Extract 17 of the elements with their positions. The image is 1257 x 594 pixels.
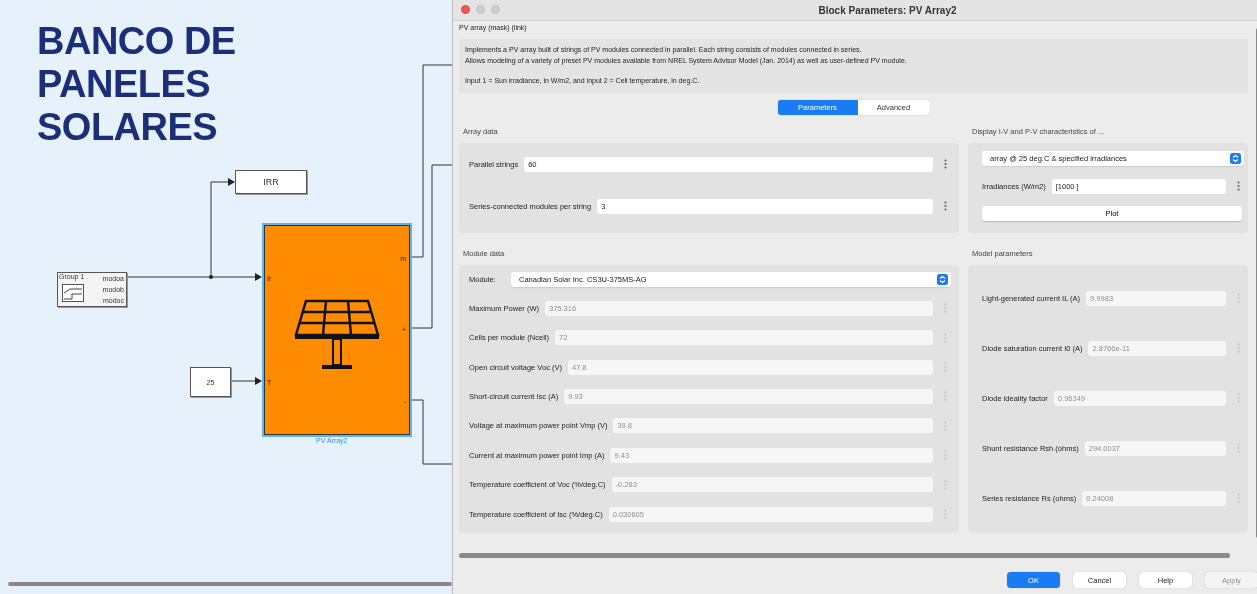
vertical-dots-icon [943, 159, 947, 169]
signal-line [411, 399, 452, 465]
block-label: IRR [263, 177, 279, 187]
vertical-dots-icon [943, 201, 947, 211]
chevrons-icon [1230, 153, 1241, 164]
scrollbar[interactable] [459, 553, 1230, 558]
window-title: Block Parameters: PV Array2 [818, 4, 957, 16]
chevrons-icon [937, 273, 948, 285]
scrollbar[interactable] [8, 582, 452, 586]
close-button[interactable] [461, 5, 470, 14]
signal-icon [62, 284, 84, 302]
vertical-dots-icon [1236, 181, 1240, 191]
signal-line [230, 377, 262, 385]
canvas-title: BANCO DE PANELES SOLARES [37, 20, 236, 149]
goto-block[interactable]: IRR [235, 170, 307, 194]
minimize-button[interactable] [476, 5, 485, 14]
zoom-button[interactable] [491, 5, 500, 14]
